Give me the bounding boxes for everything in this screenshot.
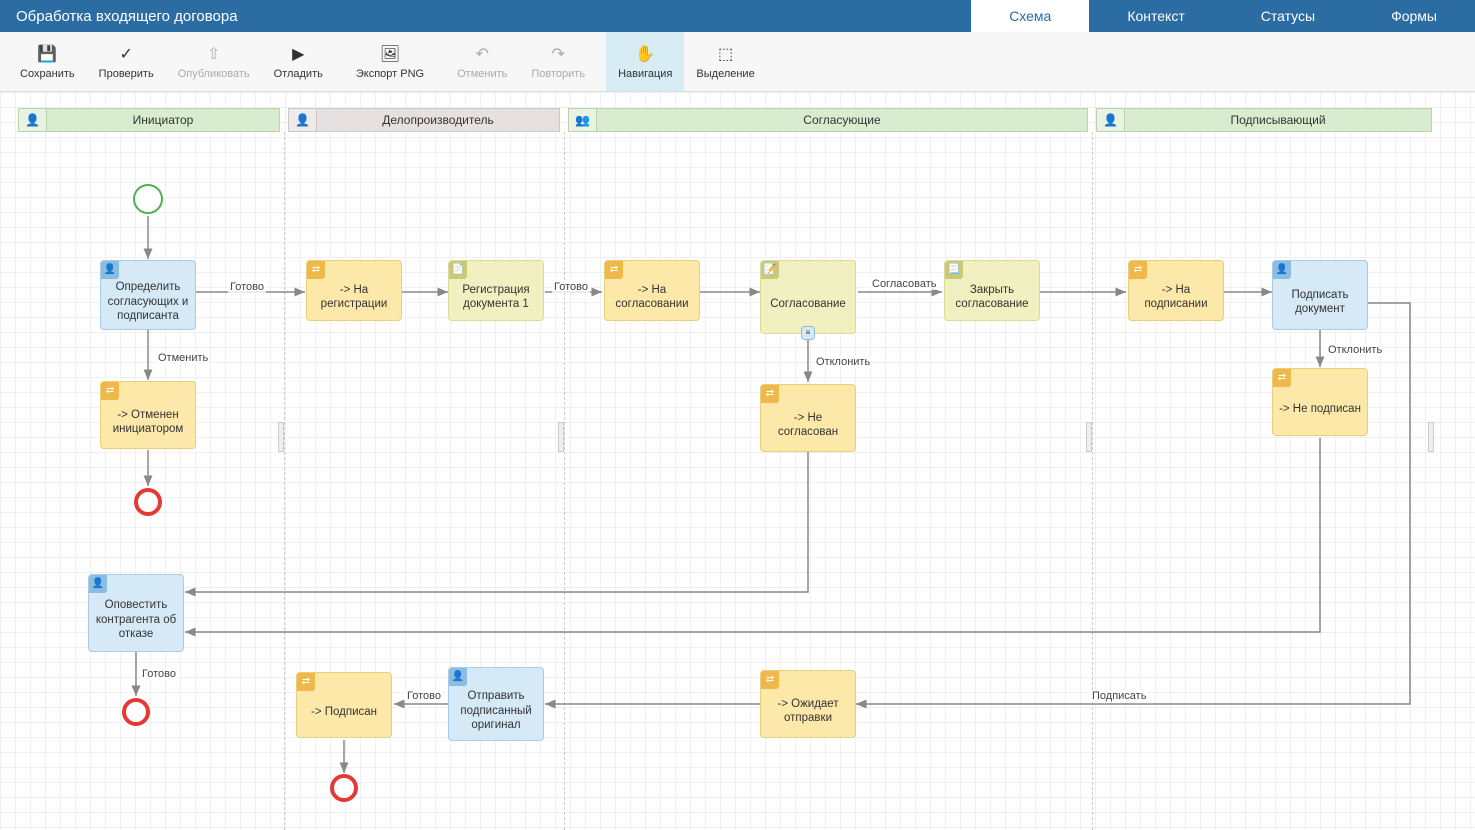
tab-scheme[interactable]: Схема <box>971 0 1089 32</box>
user-task-icon: 👤 <box>89 575 107 593</box>
redo-button[interactable]: ↷ Повторить <box>519 32 597 91</box>
lane-signer[interactable]: 👤 Подписывающий <box>1096 108 1432 132</box>
lane-collapse-handle[interactable] <box>1428 422 1434 452</box>
start-event[interactable] <box>133 184 163 214</box>
group-icon: 👥 <box>569 109 597 131</box>
lane-divider <box>564 132 565 830</box>
script-icon: 📄 <box>449 261 467 279</box>
edge-label-approve: Согласовать <box>870 278 938 290</box>
select-icon: ⬚ <box>716 44 736 64</box>
lane-collapse-handle[interactable] <box>558 422 564 452</box>
status-not-signed[interactable]: ⇄ -> Не подписан <box>1272 368 1368 436</box>
debug-button[interactable]: ▶ Отладить <box>262 32 335 91</box>
image-icon: 🖼 <box>380 44 400 64</box>
edge-label-sign: Подписать <box>1090 690 1148 702</box>
check-icon: ✓ <box>116 44 136 64</box>
canvas[interactable]: 👤 Инициатор 👤 Делопроизводитель 👥 Соглас… <box>0 92 1475 830</box>
save-button[interactable]: 💾 Сохранить <box>8 32 87 91</box>
edge-label-done: Готово <box>140 668 178 680</box>
end-event[interactable] <box>134 488 162 516</box>
status-awaiting-send[interactable]: ⇄ -> Ожидает отправки <box>760 670 856 738</box>
user-task-icon: 👤 <box>449 668 467 686</box>
status-icon: ⇄ <box>101 382 119 400</box>
task-send-signed-original[interactable]: 👤 Отправить подписанный оригинал <box>448 667 544 741</box>
status-to-approval[interactable]: ⇄ -> На согласовании <box>604 260 700 321</box>
status-icon: ⇄ <box>1273 369 1291 387</box>
single-user-icon: 👤 <box>1097 109 1125 131</box>
user-task-icon: 👤 <box>1273 261 1291 279</box>
selection-button[interactable]: ⬚ Выделение <box>684 32 766 91</box>
status-icon: ⇄ <box>761 385 779 403</box>
publish-button[interactable]: ⇧ Опубликовать <box>166 32 262 91</box>
lane-divider <box>1092 132 1093 830</box>
single-user-icon: 👤 <box>19 109 47 131</box>
lane-divider <box>284 132 285 830</box>
user-task-icon: 👤 <box>101 261 119 279</box>
toolbar: 💾 Сохранить ✓ Проверить ⇧ Опубликовать ▶… <box>0 32 1475 92</box>
status-not-approved[interactable]: ⇄ -> Не согласован <box>760 384 856 452</box>
redo-icon: ↷ <box>548 44 568 64</box>
form-icon: 📝 <box>761 261 779 279</box>
status-to-signing[interactable]: ⇄ -> На подписании <box>1128 260 1224 321</box>
tab-forms[interactable]: Формы <box>1353 0 1475 32</box>
doc-icon: 📃 <box>945 261 963 279</box>
sub-indicator-icon[interactable]: ≡ <box>801 326 815 340</box>
play-icon: ▶ <box>288 44 308 64</box>
task-close-approval[interactable]: 📃 Закрыть согласование <box>944 260 1040 321</box>
undo-button[interactable]: ↶ Отменить <box>445 32 519 91</box>
page-title: Обработка входящего договора <box>16 8 238 25</box>
status-signed[interactable]: ⇄ -> Подписан <box>296 672 392 738</box>
lane-collapse-handle[interactable] <box>1086 422 1092 452</box>
export-png-button[interactable]: 🖼 Экспорт PNG <box>344 32 436 91</box>
status-icon: ⇄ <box>605 261 623 279</box>
edge-label-reject: Отклонить <box>1326 344 1384 356</box>
task-define-approvers[interactable]: 👤 Определить согласующих и подписанта <box>100 260 196 330</box>
task-approval[interactable]: 📝 Согласование <box>760 260 856 334</box>
task-sign-document[interactable]: 👤 Подписать документ <box>1272 260 1368 330</box>
edge-label-reject: Отклонить <box>814 356 872 368</box>
status-to-registration[interactable]: ⇄ -> На регистрации <box>306 260 402 321</box>
header-tabs: Схема Контекст Статусы Формы <box>971 0 1475 32</box>
status-cancelled-by-initiator[interactable]: ⇄ -> Отменен инициатором <box>100 381 196 449</box>
save-icon: 💾 <box>37 44 57 64</box>
lane-clerk[interactable]: 👤 Делопроизводитель <box>288 108 560 132</box>
hand-icon: ✋ <box>635 44 655 64</box>
upload-icon: ⇧ <box>204 44 224 64</box>
status-icon: ⇄ <box>761 671 779 689</box>
header-bar: Обработка входящего договора Схема Конте… <box>0 0 1475 32</box>
edge-label-done: Готово <box>228 281 266 293</box>
connectors <box>0 92 1475 830</box>
lane-collapse-handle[interactable] <box>278 422 284 452</box>
edge-label-cancel: Отменить <box>156 352 210 364</box>
end-event[interactable] <box>122 698 150 726</box>
tab-statuses[interactable]: Статусы <box>1223 0 1353 32</box>
end-event[interactable] <box>330 774 358 802</box>
edge-label-done: Готово <box>552 281 590 293</box>
tab-context[interactable]: Контекст <box>1089 0 1222 32</box>
edge-label-done: Готово <box>405 690 443 702</box>
single-user-icon: 👤 <box>289 109 317 131</box>
status-icon: ⇄ <box>307 261 325 279</box>
navigation-button[interactable]: ✋ Навигация <box>606 32 684 91</box>
check-button[interactable]: ✓ Проверить <box>87 32 166 91</box>
lane-initiator[interactable]: 👤 Инициатор <box>18 108 280 132</box>
status-icon: ⇄ <box>297 673 315 691</box>
status-icon: ⇄ <box>1129 261 1147 279</box>
undo-icon: ↶ <box>472 44 492 64</box>
task-register-document[interactable]: 📄 Регистрация документа 1 <box>448 260 544 321</box>
lane-approvers[interactable]: 👥 Согласующие <box>568 108 1088 132</box>
task-notify-counterparty[interactable]: 👤 Оповестить контрагента об отказе <box>88 574 184 652</box>
